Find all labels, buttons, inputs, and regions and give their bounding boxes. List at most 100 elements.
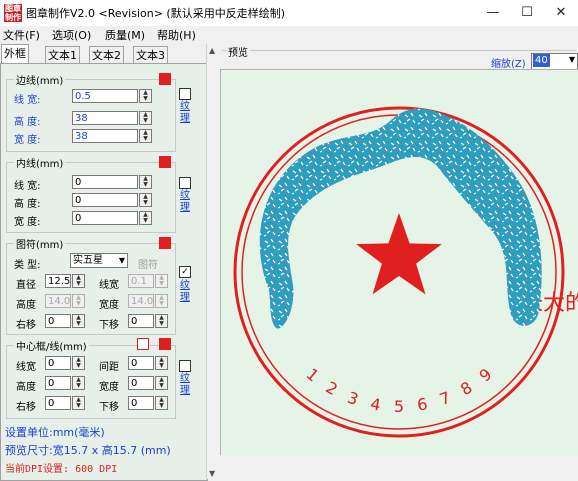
inner-height-label: 高 度: — [14, 199, 41, 210]
center-down-shift-label: 下移 — [99, 402, 119, 413]
border-width-dim-spinner[interactable]: ▲ ▼ — [139, 129, 152, 143]
symbol-group-title: 图符(mm) — [14, 236, 66, 251]
symbol-diameter-input[interactable]: 12.5 — [45, 274, 71, 288]
symbol-line-width-spinner[interactable]: ▲ ▼ — [155, 274, 168, 288]
center-spacing-input[interactable]: 0 — [128, 356, 154, 370]
symbol-height-label: 高度 — [16, 300, 36, 311]
chevron-down-icon: ▼ — [568, 55, 575, 64]
symbol-down-shift-label: 下移 — [99, 320, 119, 331]
center-down-shift-input[interactable]: 0 — [128, 396, 154, 410]
center-texture-label: 纹理 — [180, 373, 190, 396]
preview-header: 预览 — [226, 44, 250, 59]
tab-text3[interactable]: 文本3 — [133, 46, 168, 64]
border-height-spinner[interactable]: ▲ ▼ — [139, 111, 152, 125]
units-status: 设置单位:mm(毫米) — [5, 426, 105, 439]
symbol-width-spinner[interactable]: ▲ ▼ — [155, 294, 168, 308]
center-height-label: 高度 — [16, 382, 36, 393]
symbol-texture-checkbox[interactable]: ✓ — [179, 266, 191, 278]
symbol-width-label: 宽度 — [99, 300, 119, 311]
center-width-spinner[interactable]: ▲ ▼ — [155, 376, 168, 390]
center-right-shift-spinner[interactable]: ▲ ▼ — [72, 396, 85, 410]
border-line-group-title: 边线(mm) — [14, 72, 66, 87]
border-texture-checkbox[interactable] — [179, 88, 191, 100]
tab-text1[interactable]: 文本1 — [45, 46, 80, 64]
inner-width-dim-label: 宽 度: — [14, 217, 41, 228]
inner-texture-label: 纹理 — [180, 190, 190, 213]
inner-line-group-title: 内线(mm) — [14, 155, 66, 170]
symbol-texture-label: 纹理 — [180, 280, 190, 303]
minimize-button[interactable]: — — [478, 2, 508, 24]
inner-texture-checkbox[interactable] — [179, 177, 191, 189]
center-texture-checkbox[interactable] — [179, 360, 191, 372]
inner-height-spinner[interactable]: ▲ ▼ — [139, 193, 152, 207]
center-line-width-input[interactable]: 0 — [45, 356, 71, 370]
stamp-digit: 2 — [323, 378, 341, 400]
center-height-spinner[interactable]: ▲ ▼ — [72, 376, 85, 390]
symbol-width-input[interactable]: 14.0 — [128, 294, 154, 308]
symbol-height-input[interactable]: 14.0 — [45, 294, 71, 308]
inner-width-input[interactable]: 0 — [72, 175, 138, 189]
stamp-preview: 长大的 123456789 — [233, 106, 578, 438]
zoom-select[interactable]: 40 ▼ — [531, 53, 578, 70]
center-right-shift-input[interactable]: 0 — [45, 396, 71, 410]
symbol-right-shift-spinner[interactable]: ▲ ▼ — [72, 314, 85, 328]
center-spacing-spinner[interactable]: ▲ ▼ — [155, 356, 168, 370]
center-height-input[interactable]: 0 — [45, 376, 71, 390]
stamp-digit: 3 — [345, 388, 361, 409]
stamp-digit: 7 — [437, 388, 453, 409]
maximize-button[interactable]: ☐ — [512, 2, 542, 24]
stamp-digit: 6 — [416, 394, 429, 414]
center-width-input[interactable]: 0 — [128, 376, 154, 390]
border-width-input[interactable]: 0.5 — [72, 89, 138, 103]
close-button[interactable]: ✕ — [546, 2, 576, 24]
symbol-diameter-spinner[interactable]: ▲ ▼ — [72, 274, 85, 288]
menu-help[interactable]: 帮助(H) — [157, 27, 196, 43]
center-frame-color-swatch[interactable] — [159, 338, 171, 350]
border-width-spinner[interactable]: ▲ ▼ — [139, 89, 152, 103]
symbol-down-shift-spinner[interactable]: ▲ ▼ — [155, 314, 168, 328]
preview-horizontal-area — [220, 455, 578, 479]
inner-width-spinner[interactable]: ▲ ▼ — [139, 175, 152, 189]
menu-options[interactable]: 选项(O) — [52, 27, 91, 43]
center-right-shift-label: 右移 — [16, 402, 36, 413]
border-width-dim-input[interactable]: 38 — [72, 129, 138, 143]
chevron-down-icon: ▼ — [118, 256, 125, 265]
dpi-status: 当前DPI设置: 600 DPI — [5, 464, 118, 475]
inner-width-label: 线 宽: — [14, 181, 41, 192]
symbol-line-width-input[interactable]: 0.1 — [128, 274, 154, 288]
panel-scrollbar[interactable]: ▲ ▼ — [206, 44, 221, 479]
inner-color-swatch[interactable] — [159, 156, 171, 168]
symbol-diameter-label: 直径 — [16, 280, 36, 291]
center-frame-style-swatch[interactable] — [137, 338, 149, 350]
symbol-type-value: 实五星 — [73, 255, 103, 266]
inner-width-dim-spinner[interactable]: ▲ ▼ — [139, 211, 152, 225]
center-line-width-label: 线宽 — [16, 362, 36, 373]
inner-width-dim-input[interactable]: 0 — [72, 211, 138, 225]
center-line-width-spinner[interactable]: ▲ ▼ — [72, 356, 85, 370]
stamp-digit: 5 — [394, 397, 404, 416]
symbol-type-select[interactable]: 实五星 ▼ — [70, 253, 128, 268]
preview-size-status: 预览尺寸:宽15.7 x 高15.7 (mm) — [5, 444, 171, 457]
scroll-down-icon[interactable]: ▼ — [209, 469, 215, 478]
border-height-label: 高 度: — [14, 117, 41, 128]
preview-canvas[interactable]: 长大的 123456789 — [220, 69, 578, 457]
border-color-swatch[interactable] — [159, 73, 171, 85]
scroll-up-icon[interactable]: ▲ — [209, 46, 215, 55]
center-down-shift-spinner[interactable]: ▲ ▼ — [155, 396, 168, 410]
symbol-height-spinner[interactable]: ▲ ▼ — [72, 294, 85, 308]
window-title: 图章制作V2.0 <Revision> (默认采用中反走样绘制) — [26, 7, 285, 20]
symbol-color-swatch[interactable] — [159, 237, 171, 249]
menu-file[interactable]: 文件(F) — [3, 27, 40, 43]
symbol-right-shift-input[interactable]: 0 — [45, 314, 71, 328]
symbol-image-button[interactable]: 图符 — [138, 256, 158, 271]
tab-text2[interactable]: 文本2 — [89, 46, 124, 64]
stamp-digit: 9 — [475, 364, 495, 385]
center-spacing-label: 间距 — [99, 362, 119, 373]
tab-frame[interactable]: 外框 — [1, 44, 29, 64]
stamp-digit: 8 — [457, 378, 475, 400]
border-height-input[interactable]: 38 — [72, 111, 138, 125]
border-width-label: 线 宽: — [14, 95, 41, 106]
menu-quality[interactable]: 质量(M) — [105, 27, 145, 43]
inner-height-input[interactable]: 0 — [72, 193, 138, 207]
symbol-down-shift-input[interactable]: 0 — [128, 314, 154, 328]
